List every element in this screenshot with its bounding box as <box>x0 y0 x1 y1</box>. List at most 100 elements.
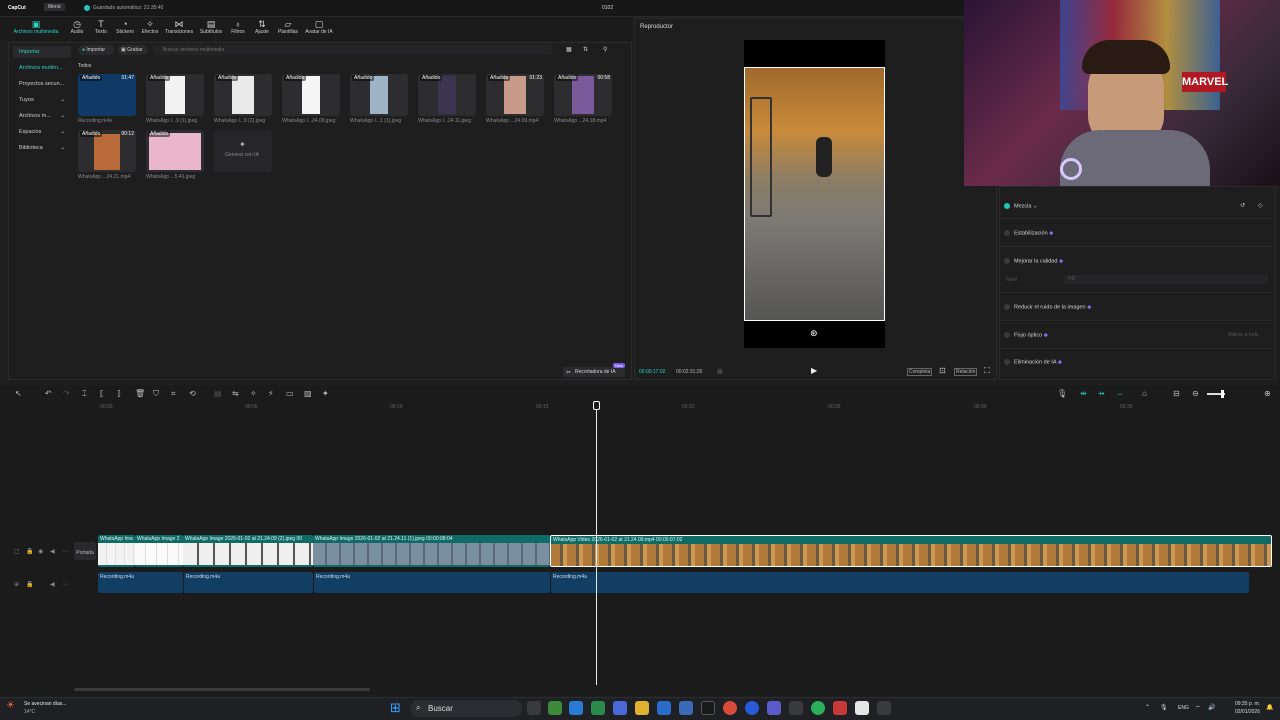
app-icon[interactable] <box>701 701 715 715</box>
media-thumb[interactable]: Añadido <box>418 74 476 116</box>
tab-transitions[interactable]: ⋈ Transiciones <box>163 19 195 35</box>
app-icon[interactable] <box>657 701 671 715</box>
play-icon[interactable]: ▶ <box>811 366 817 375</box>
time-ruler[interactable]: 00:00 00:05 00:10 00:15 00:20 00:25 00:3… <box>72 403 1280 413</box>
media-thumb[interactable]: Añadido 00:12 <box>78 130 136 172</box>
app-icon[interactable] <box>789 701 803 715</box>
caption-icon[interactable]: ⊟ <box>1173 389 1180 398</box>
clock-time[interactable]: 09:35 p. m. <box>1228 701 1260 707</box>
preview-axis-icon[interactable]: ⌂ <box>1142 389 1147 398</box>
search-input[interactable]: Buscar archivos multimedia <box>153 45 553 55</box>
menu-button[interactable]: Menú <box>44 3 65 11</box>
select-tool-icon[interactable]: ↖ <box>15 389 22 398</box>
freeze-icon[interactable]: ▤ <box>214 389 222 398</box>
rotate-handle-icon[interactable]: ⊛ <box>810 328 818 339</box>
reset-icon[interactable]: ↺ <box>1240 202 1245 209</box>
keyframe-icon[interactable]: ◇ <box>1258 202 1263 209</box>
toggle-icon[interactable] <box>1004 230 1010 236</box>
cover-button[interactable]: Portada <box>74 542 96 560</box>
zoom-fit-icon[interactable]: ⊕ <box>1264 389 1271 398</box>
media-thumb[interactable]: Añadido <box>214 74 272 116</box>
lock-icon[interactable]: 🔒 <box>26 548 33 555</box>
notification-icon[interactable]: 🔔 <box>1266 704 1273 711</box>
redo-icon[interactable]: ↷ <box>63 389 70 398</box>
ai-icon[interactable]: ✧ <box>250 389 257 398</box>
tab-ai-avatar[interactable]: ▢ Avatar de IA <box>301 19 337 35</box>
discord-icon[interactable] <box>767 701 781 715</box>
crop-icon[interactable]: ⌗ <box>171 389 176 399</box>
blend-row[interactable]: Mezcla ⌄ <box>1004 203 1038 209</box>
app-icon[interactable] <box>548 701 562 715</box>
tray-chevron-icon[interactable]: ⌃ <box>1145 704 1150 711</box>
eye-icon[interactable]: ◉ <box>38 548 43 555</box>
toggle-icon[interactable] <box>1004 258 1010 264</box>
audio-clip[interactable]: Recording.m4a <box>184 572 313 593</box>
filter-icon[interactable]: ⚲ <box>603 46 607 53</box>
magic-icon[interactable]: ⚡ <box>268 389 274 398</box>
link-icon[interactable]: ⇹ <box>1080 389 1087 398</box>
add-audio-icon[interactable]: ⊕ <box>14 581 19 588</box>
capcut-icon[interactable] <box>855 701 869 715</box>
task-view-icon[interactable] <box>527 701 541 715</box>
split-icon[interactable]: ⌶ <box>82 389 87 399</box>
toggle-icon[interactable] <box>1004 304 1010 310</box>
wifi-icon[interactable]: ⌔ <box>1195 704 1201 712</box>
ai-cutter-button[interactable]: Recortadora de IA <box>563 367 625 377</box>
lock-icon[interactable]: 🔒 <box>26 581 33 588</box>
stabilization-row[interactable]: Estabilización ◆ <box>1004 230 1053 236</box>
video-clip[interactable]: WhatsApp Image 2 <box>135 535 183 567</box>
subtitle-icon[interactable]: ▭ <box>286 389 294 398</box>
mic-tray-icon[interactable]: 🎙 <box>1160 704 1168 711</box>
track-lock-icon[interactable]: ▢ <box>14 548 20 555</box>
timeline-scrollbar[interactable] <box>74 688 370 691</box>
audio-icon[interactable]: ◀ <box>50 581 55 588</box>
media-thumb[interactable]: Añadido <box>282 74 340 116</box>
whatsapp-icon[interactable] <box>811 701 825 715</box>
magnet-icon[interactable]: ⇔ <box>1116 389 1124 398</box>
language-indicator[interactable]: ENG <box>1178 705 1189 711</box>
audio-icon[interactable]: ◀ <box>50 548 55 555</box>
tab-media[interactable]: ▣ Archivos multimedia <box>5 19 67 35</box>
app-icon[interactable] <box>833 701 847 715</box>
generate-ai-tile[interactable]: ✦ Generar con IA <box>214 130 272 172</box>
snap-icon[interactable]: ⇸ <box>1098 389 1105 398</box>
import-button[interactable]: ● Importar <box>78 45 114 55</box>
video-clip[interactable]: WhatsApp Ima <box>98 535 135 567</box>
microphone-icon[interactable]: 🎙 <box>1057 389 1067 398</box>
media-thumb[interactable]: Añadido <box>146 74 204 116</box>
complete-button[interactable]: Completa <box>907 368 933 376</box>
more-icon[interactable]: ⋯ <box>62 548 68 555</box>
apply-all-button[interactable]: Aplicar a todo <box>1228 332 1259 338</box>
tab-templates[interactable]: ▱ Plantillas <box>272 19 304 35</box>
optical-flow-row[interactable]: Flujo óptico ◆ <box>1004 332 1048 338</box>
toggle-icon[interactable] <box>1004 359 1010 365</box>
edge-icon[interactable] <box>569 701 583 715</box>
enhance-quality-row[interactable]: Mejorar la calidad ◆ <box>1004 258 1063 264</box>
tab-effects[interactable]: ✧ Efectos <box>134 19 166 35</box>
split-left-icon[interactable]: ⟦ <box>100 389 104 398</box>
sidebar-item-library[interactable]: Biblioteca ⌄ <box>13 142 71 154</box>
audio-clip[interactable]: Recording.m4a <box>98 572 183 593</box>
audio-clip[interactable]: Recording.m4a <box>551 572 1249 593</box>
sidebar-item-spaces[interactable]: Espacios ⌄ <box>13 126 71 138</box>
sidebar-item-media-files[interactable]: Archivos multim... <box>13 62 71 74</box>
sidebar-item-yours[interactable]: Tuyos ⌄ <box>13 94 71 106</box>
video-clip-selected[interactable]: WhatsApp Video 2026-01-02 at 21.24.09.mp… <box>550 535 1272 567</box>
mirror-icon[interactable]: ⇋ <box>232 389 239 398</box>
sidebar-item-media-m[interactable]: Archivos m... ⌄ <box>13 110 71 122</box>
frame-icon[interactable]: ▦ <box>717 368 723 375</box>
windows-start-icon[interactable]: ⊞ <box>390 700 401 716</box>
playhead[interactable] <box>596 403 597 685</box>
sparkle-icon[interactable]: ✦ <box>322 389 329 398</box>
facebook-icon[interactable] <box>745 701 759 715</box>
video-clip[interactable]: WhatsApp Image 2026-01-02 at 21.24.11 (1… <box>313 535 550 567</box>
undo-icon[interactable]: ↶ <box>45 389 52 398</box>
app-icon[interactable] <box>613 701 627 715</box>
media-thumb[interactable]: Añadido <box>350 74 408 116</box>
folder-icon[interactable] <box>635 701 649 715</box>
playhead-handle[interactable] <box>593 401 600 410</box>
media-thumb[interactable]: Añadido <box>146 130 204 172</box>
ratio-button[interactable]: Relación <box>954 368 978 376</box>
toggle-icon[interactable] <box>1004 203 1010 209</box>
video-clip[interactable]: WhatsApp Image 2026-01-02 at 21.24.09 (2… <box>183 535 313 567</box>
